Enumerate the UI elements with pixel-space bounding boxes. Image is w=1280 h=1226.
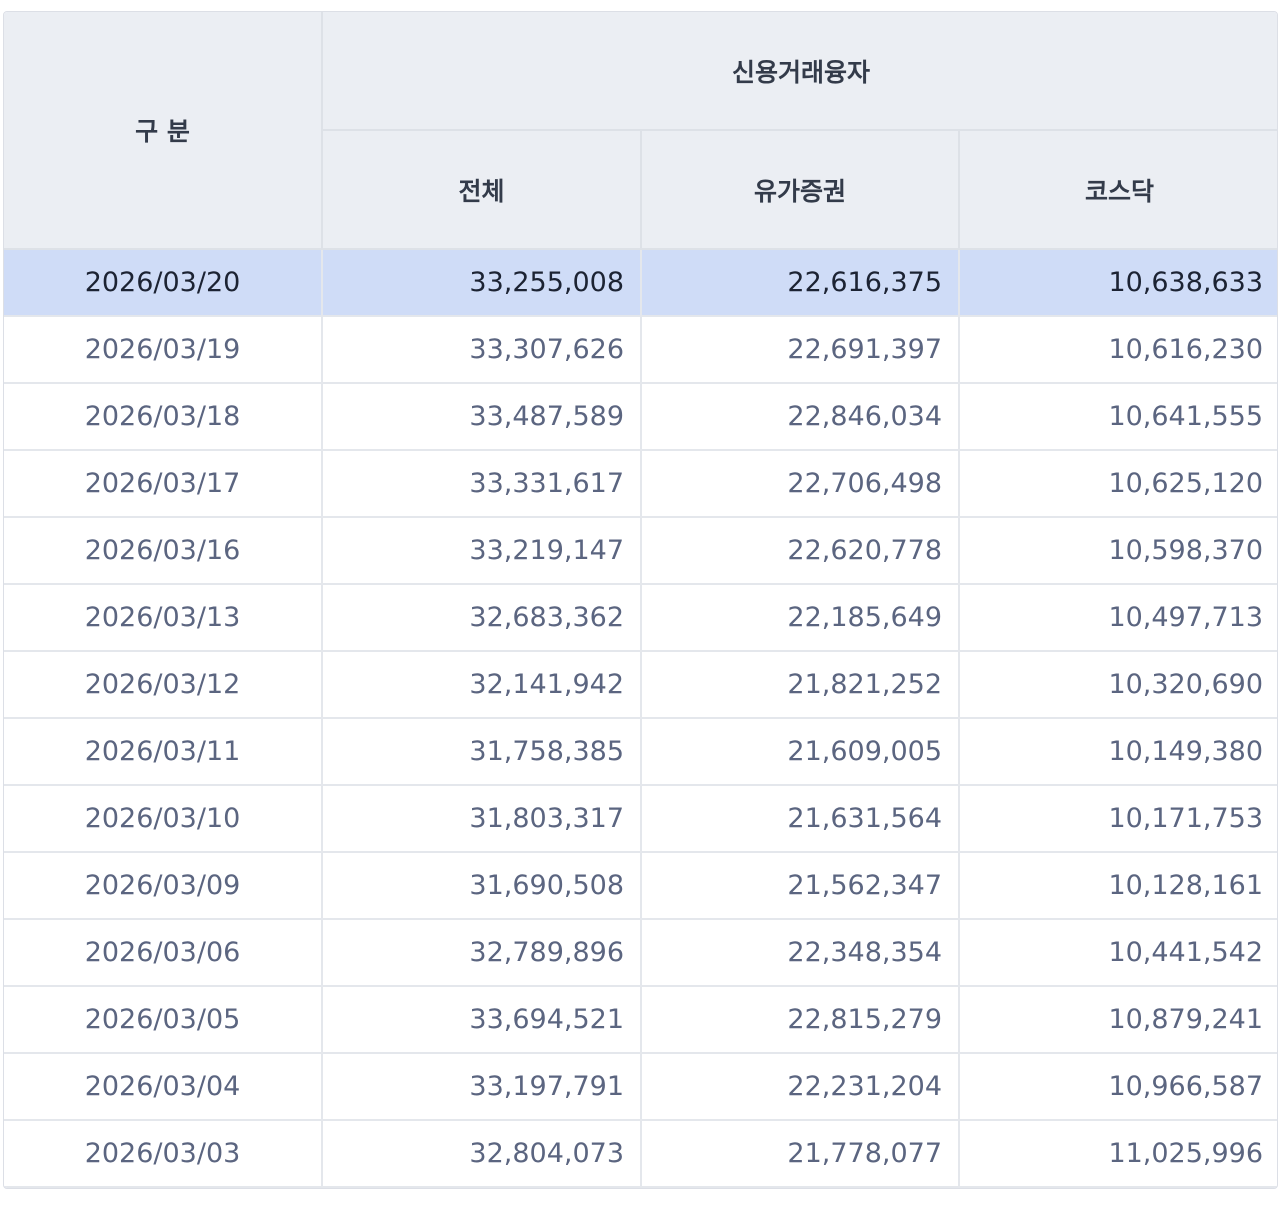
cell-date: 2026/03/13 — [4, 584, 323, 652]
table-row[interactable]: 2026/03/20 33,255,008 22,616,375 10,638,633 — [4, 249, 1277, 317]
table-header: 구 분 신용거래융자 전체 유가증권 코스닥 — [4, 12, 1277, 250]
cell-date: 2026/03/10 — [4, 785, 323, 853]
cell-kospi: 22,231,204 — [641, 1053, 960, 1121]
cell-kospi: 21,821,252 — [641, 651, 960, 719]
cell-total: 33,255,008 — [322, 249, 642, 317]
table-row[interactable]: 2026/03/17 33,331,617 22,706,498 10,625,120 — [4, 450, 1277, 518]
cell-kosdaq: 10,966,587 — [959, 1053, 1277, 1121]
cell-kospi: 22,620,778 — [641, 517, 960, 585]
cell-date: 2026/03/20 — [4, 249, 323, 317]
cell-kosdaq: 10,497,713 — [959, 584, 1277, 652]
cell-date: 2026/03/16 — [4, 517, 323, 585]
cell-date: 2026/03/09 — [4, 852, 323, 920]
cell-kospi: 22,706,498 — [641, 450, 960, 518]
table-row[interactable]: 2026/03/09 31,690,508 21,562,347 10,128,161 — [4, 852, 1277, 920]
table-row[interactable]: 2026/03/10 31,803,317 21,631,564 10,171,753 — [4, 785, 1277, 853]
cell-kosdaq: 10,441,542 — [959, 919, 1277, 987]
cell-kospi: 22,815,279 — [641, 986, 960, 1054]
cell-total: 32,683,362 — [322, 584, 642, 652]
table-row[interactable]: 2026/03/05 33,694,521 22,815,279 10,879,241 — [4, 986, 1277, 1054]
table-row[interactable]: 2026/03/12 32,141,942 21,821,252 10,320,690 — [4, 651, 1277, 719]
cell-total: 33,219,147 — [322, 517, 642, 585]
cell-date: 2026/03/04 — [4, 1053, 323, 1121]
cell-total: 31,758,385 — [322, 718, 642, 786]
cell-date: 2026/03/06 — [4, 919, 323, 987]
cell-total: 33,197,791 — [322, 1053, 642, 1121]
header-group-credit-loan: 신용거래융자 — [322, 12, 1277, 131]
credit-loan-table-container: 구 분 신용거래융자 전체 유가증권 코스닥 2026/03/20 33,255,… — [3, 11, 1278, 1189]
cell-total: 33,694,521 — [322, 986, 642, 1054]
cell-total: 31,690,508 — [322, 852, 642, 920]
cell-kosdaq: 10,320,690 — [959, 651, 1277, 719]
cell-kospi: 21,778,077 — [641, 1120, 960, 1188]
cell-kospi: 22,185,649 — [641, 584, 960, 652]
table-row[interactable]: 2026/03/18 33,487,589 22,846,034 10,641,555 — [4, 383, 1277, 451]
cell-kospi: 22,348,354 — [641, 919, 960, 987]
table-row[interactable]: 2026/03/04 33,197,791 22,231,204 10,966,587 — [4, 1053, 1277, 1121]
cell-kosdaq: 10,641,555 — [959, 383, 1277, 451]
cell-kosdaq: 10,625,120 — [959, 450, 1277, 518]
cell-kospi: 22,846,034 — [641, 383, 960, 451]
table-row[interactable]: 2026/03/13 32,683,362 22,185,649 10,497,713 — [4, 584, 1277, 652]
cell-date: 2026/03/11 — [4, 718, 323, 786]
cell-kosdaq: 10,171,753 — [959, 785, 1277, 853]
cell-kosdaq: 10,149,380 — [959, 718, 1277, 786]
header-total: 전체 — [322, 130, 642, 250]
cell-total: 32,804,073 — [322, 1120, 642, 1188]
header-category: 구 분 — [4, 12, 323, 250]
cell-date: 2026/03/05 — [4, 986, 323, 1054]
header-kosdaq: 코스닥 — [959, 130, 1277, 250]
cell-total: 31,803,317 — [322, 785, 642, 853]
credit-loan-table: 구 분 신용거래융자 전체 유가증권 코스닥 2026/03/20 33,255,… — [4, 12, 1277, 1188]
table-row[interactable]: 2026/03/19 33,307,626 22,691,397 10,616,230 — [4, 316, 1277, 384]
cell-date: 2026/03/18 — [4, 383, 323, 451]
cell-kosdaq: 10,128,161 — [959, 852, 1277, 920]
cell-kosdaq: 10,598,370 — [959, 517, 1277, 585]
cell-date: 2026/03/19 — [4, 316, 323, 384]
cell-kospi: 21,562,347 — [641, 852, 960, 920]
cell-kosdaq: 11,025,996 — [959, 1120, 1277, 1188]
cell-date: 2026/03/17 — [4, 450, 323, 518]
cell-date: 2026/03/03 — [4, 1120, 323, 1188]
table-row[interactable]: 2026/03/03 32,804,073 21,778,077 11,025,996 — [4, 1120, 1277, 1188]
cell-total: 33,331,617 — [322, 450, 642, 518]
table-row[interactable]: 2026/03/06 32,789,896 22,348,354 10,441,542 — [4, 919, 1277, 987]
cell-kosdaq: 10,638,633 — [959, 249, 1277, 317]
table-row[interactable]: 2026/03/11 31,758,385 21,609,005 10,149,380 — [4, 718, 1277, 786]
table-row[interactable]: 2026/03/16 33,219,147 22,620,778 10,598,370 — [4, 517, 1277, 585]
cell-kospi: 22,691,397 — [641, 316, 960, 384]
header-kospi: 유가증권 — [641, 130, 960, 250]
cell-total: 32,789,896 — [322, 919, 642, 987]
cell-total: 33,307,626 — [322, 316, 642, 384]
cell-date: 2026/03/12 — [4, 651, 323, 719]
cell-kospi: 22,616,375 — [641, 249, 960, 317]
cell-kospi: 21,631,564 — [641, 785, 960, 853]
cell-kosdaq: 10,879,241 — [959, 986, 1277, 1054]
cell-total: 32,141,942 — [322, 651, 642, 719]
table-body: 2026/03/20 33,255,008 22,616,375 10,638,633… — [4, 249, 1277, 1188]
cell-kospi: 21,609,005 — [641, 718, 960, 786]
cell-kosdaq: 10,616,230 — [959, 316, 1277, 384]
cell-total: 33,487,589 — [322, 383, 642, 451]
